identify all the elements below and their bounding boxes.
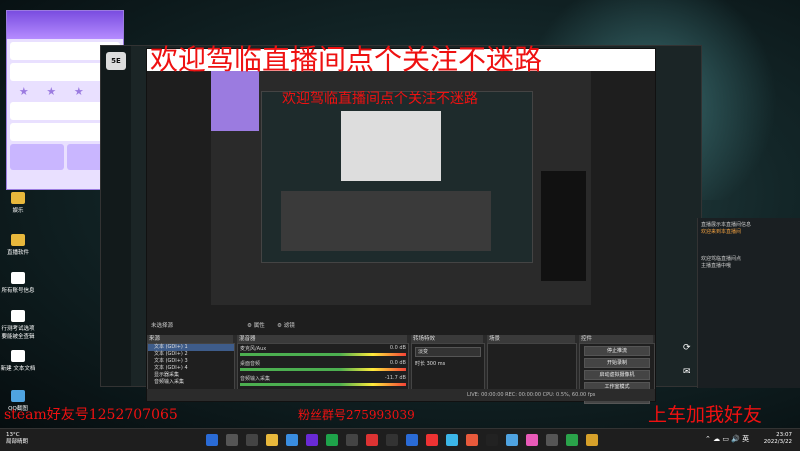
stop-streaming-button[interactable]: 停止推流 (584, 346, 650, 356)
steam-icon[interactable] (386, 434, 398, 446)
obs-preview[interactable]: 未选择源 ⚙ 属性 ⚙ 滤镜 (147, 71, 655, 335)
weather-desc: 局部晴朗 (6, 439, 29, 445)
no-source-label: 未选择源 (151, 323, 174, 329)
start-icon[interactable] (206, 434, 218, 446)
transition-select[interactable]: 淡变 (415, 347, 481, 357)
tiktok-icon[interactable] (486, 434, 498, 446)
system-tray[interactable]: ⌃ ☁ ▭ 🔊 英 (705, 434, 749, 444)
desktop-icon-new-text[interactable]: 新建 文本文档 (0, 350, 36, 372)
welcome-banner-nested: 欢迎驾临直播间点个关注不迷路 (282, 91, 478, 107)
5e-logo: 5E (106, 52, 126, 70)
sources-title: 来源 (147, 335, 233, 343)
source-item[interactable]: 显示器采集 (148, 372, 234, 379)
weather-widget[interactable]: 13°C 局部晴朗 (6, 432, 28, 446)
preview-nested-obs (341, 111, 441, 181)
clock-date: 2022/3/22 (763, 439, 792, 445)
refresh-icon[interactable]: ⟳ (683, 343, 691, 353)
clock-time: 23:07 (776, 432, 792, 438)
preview-nested-docks (281, 191, 491, 251)
text-file-icon (11, 350, 25, 362)
desktop-icon-entertainment[interactable]: 娱乐 (0, 192, 36, 214)
obs-status-bar: LIVE: 00:00:00 REC: 00:00:00 CPU: 0.5%, … (147, 389, 655, 401)
app-icon[interactable] (526, 434, 538, 446)
app-icon[interactable] (586, 434, 598, 446)
search-icon[interactable] (226, 434, 238, 446)
app-icon[interactable] (506, 434, 518, 446)
source-item[interactable]: 文本 (GDI+) 1 (148, 344, 234, 351)
source-item[interactable]: 音频输入采集 (148, 379, 234, 386)
app-icon[interactable] (406, 434, 418, 446)
scenes-title: 场景 (487, 335, 575, 343)
app-icon[interactable] (546, 434, 558, 446)
welcome-banner: 欢迎驾临直播间点个关注不迷路 (150, 43, 543, 76)
volume-meter (240, 368, 406, 371)
desktop-icon-exam-options[interactable]: 行测考试选项 要能被全查辑 (0, 310, 36, 340)
app-icon[interactable] (446, 434, 458, 446)
volume-meter (240, 383, 406, 386)
transition-duration[interactable]: 时长 300 ms (415, 360, 481, 367)
sources-list[interactable]: 文本 (GDI+) 1 文本 (GDI+) 2 文本 (GDI+) 3 文本 (… (147, 343, 235, 395)
text-file-icon (11, 310, 25, 322)
app-icon[interactable] (306, 434, 318, 446)
preview-chat (541, 171, 586, 281)
chat-line: 欢迎驾临直播间点 (701, 256, 742, 262)
promo-tile[interactable] (10, 144, 64, 170)
image-file-icon (11, 390, 25, 402)
clock[interactable]: 23:07 2022/3/22 (764, 432, 792, 446)
app-icon[interactable] (366, 434, 378, 446)
folder-icon (11, 234, 25, 246)
folder-icon (11, 192, 25, 204)
file-explorer-icon[interactable] (266, 434, 278, 446)
text-file-icon (11, 272, 25, 284)
scenes-list[interactable] (487, 343, 577, 395)
task-view-icon[interactable] (246, 434, 258, 446)
mixer-channel[interactable]: 麦克风/Aux 0.0 dB (240, 345, 406, 359)
chat-line: 欢迎来到本直播间 (701, 229, 742, 235)
chat-line: 主播直播中哦 (701, 263, 732, 269)
chat-line: 直播展示本直播间信息 (701, 222, 752, 228)
5e-app-sidebar: 5E (101, 46, 131, 386)
mixer-title: 混音器 (237, 335, 407, 343)
desktop-icon-live-software[interactable]: 直播软件 (0, 234, 36, 256)
steam-friend-id: steam好友号1252707065 (4, 407, 178, 423)
volume-meter (240, 353, 406, 356)
input-language[interactable]: 英 (742, 435, 749, 443)
preview-promo (211, 71, 259, 131)
audio-mixer[interactable]: 麦克风/Aux 0.0 dB 桌面音频 0.0 dB 音频输入采集 -11.7 … (237, 343, 409, 395)
transitions-title: 转场特效 (411, 335, 483, 343)
live-chat-panel[interactable]: 直播展示本直播间信息 欢迎来到本直播间 欢迎驾临直播间点 主播直播中哦 (697, 218, 800, 388)
source-item[interactable]: 文本 (GDI+) 4 (148, 365, 234, 372)
controls-title: 控件 (579, 335, 653, 343)
properties-button[interactable]: ⚙ 属性 (247, 321, 265, 329)
mixer-channel[interactable]: 音频输入采集 -11.7 dB (240, 375, 406, 389)
xbox-icon[interactable] (326, 434, 338, 446)
message-icon[interactable]: ✉ (683, 367, 691, 377)
desktop: ★★★★ 娱乐 直播软件 所有账号信息 行测考试选项 要能被全查辑 新建 文本文… (0, 0, 800, 428)
add-friend-banner: 上车加我好友 (648, 404, 763, 426)
star-icon: ★ (73, 85, 84, 98)
app-icon[interactable] (466, 434, 478, 446)
mixer-channel[interactable]: 桌面音频 0.0 dB (240, 360, 406, 374)
filters-button[interactable]: ⚙ 滤镜 (277, 321, 295, 329)
star-icon: ★ (46, 85, 57, 98)
promo-header (7, 11, 123, 39)
app-icon[interactable] (426, 434, 438, 446)
transitions-panel: 淡变 时长 300 ms (411, 343, 485, 395)
taskbar: 13°C 局部晴朗 ⌃ ☁ ▭ 🔊 英 23:07 2022/3/22 (0, 428, 800, 451)
virtual-camera-button[interactable]: 启动虚拟摄像机 (584, 370, 650, 380)
start-recording-button[interactable]: 开始录制 (584, 358, 650, 368)
fan-group-id: 粉丝群号275993039 (298, 408, 415, 422)
star-icon: ★ (18, 85, 29, 98)
source-item[interactable]: 文本 (GDI+) 2 (148, 351, 234, 358)
weather-temp: 13°C (6, 432, 20, 438)
edge-icon[interactable] (286, 434, 298, 446)
app-icon[interactable] (566, 434, 578, 446)
source-item[interactable]: 文本 (GDI+) 3 (148, 358, 234, 365)
desktop-icon-account-info[interactable]: 所有账号信息 (0, 272, 36, 294)
obs-taskbar-icon[interactable] (346, 434, 358, 446)
